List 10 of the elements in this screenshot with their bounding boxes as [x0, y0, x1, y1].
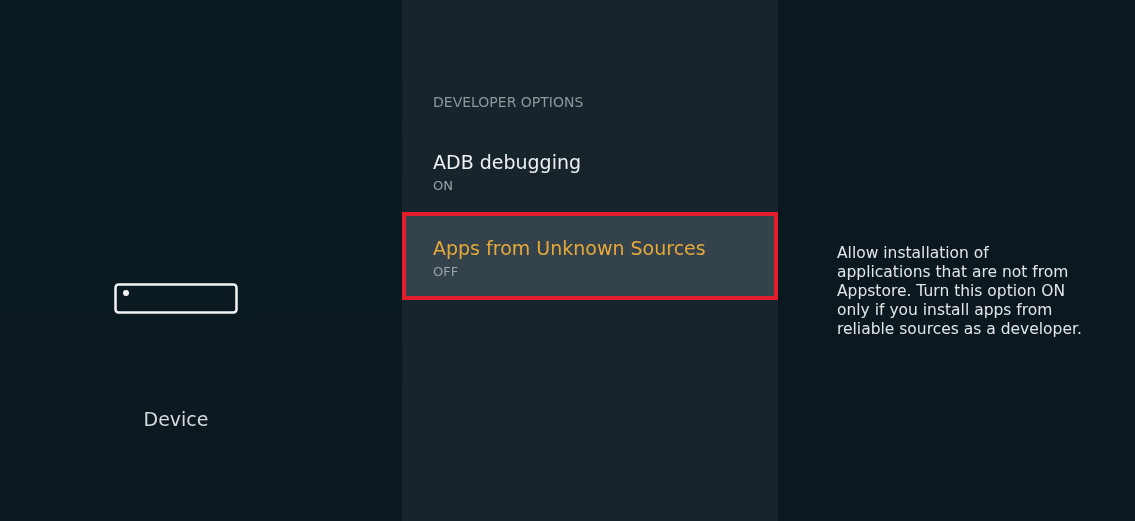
menu-item[interactable]: ADB debugging ON [402, 140, 778, 212]
menu-item[interactable]: Apps from Unknown Sources OFF [402, 212, 778, 300]
option-status: ON [433, 178, 454, 193]
option-status: OFF [433, 264, 460, 279]
streaming-stick-icon [114, 283, 238, 314]
category-label: Device [143, 408, 209, 430]
section-heading: DEVELOPER OPTIONS [433, 94, 584, 110]
option-description: Allow installation of applications that are not from Appstore. Turn this option ON only if you install apps from reliable sources as a developer. [837, 244, 1083, 339]
option-title: ADB debugging [433, 150, 583, 174]
option-title: Apps from Unknown Sources [433, 236, 707, 260]
